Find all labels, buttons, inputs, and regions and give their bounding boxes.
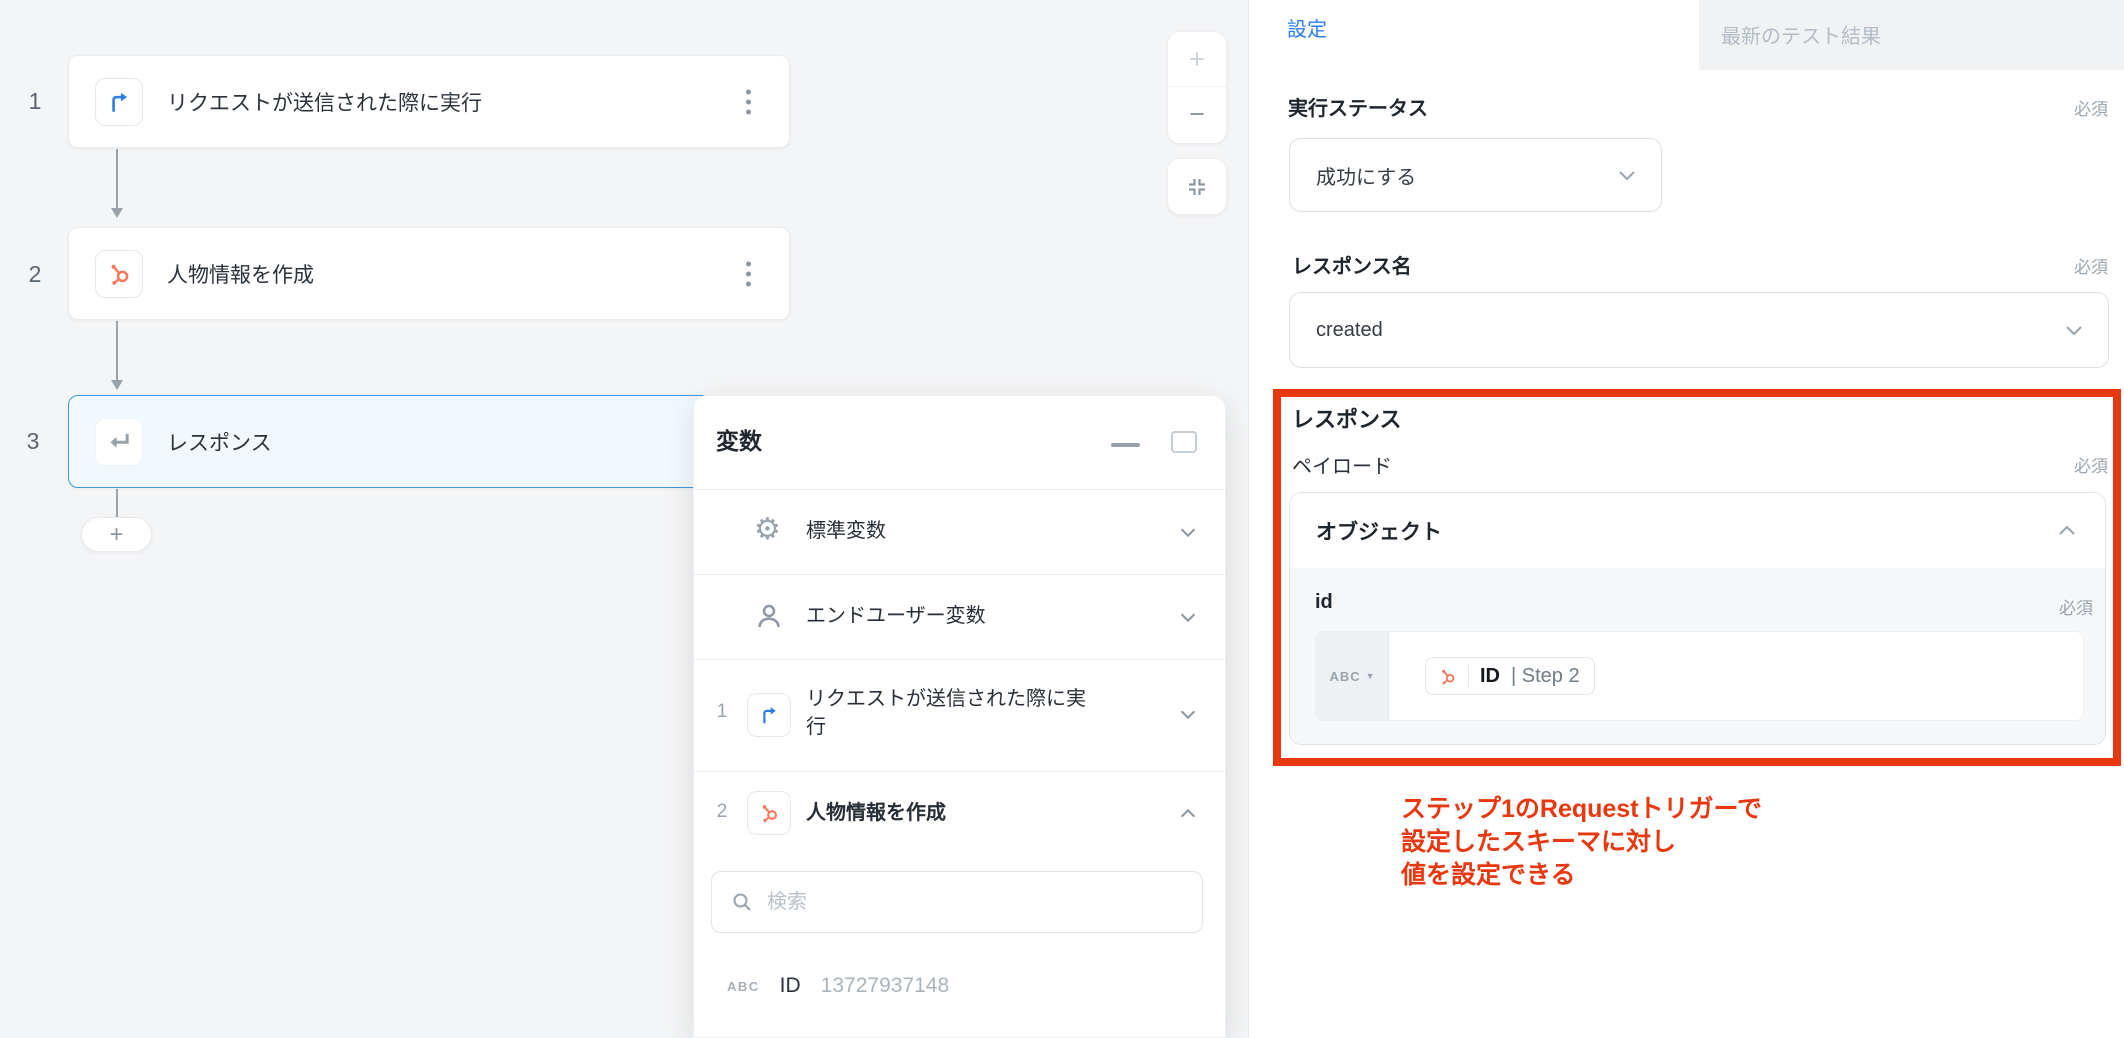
token-name: ID	[1480, 665, 1500, 688]
zoom-controls: + −	[1168, 32, 1226, 143]
step-number: 3	[18, 428, 48, 455]
gear-icon: ⚙	[754, 515, 781, 545]
add-step-button[interactable]: +	[81, 517, 152, 552]
response-name-select[interactable]: created	[1289, 292, 2109, 368]
required-badge: 必須	[2074, 95, 2108, 120]
hubspot-icon	[106, 261, 132, 287]
step-icon-box	[95, 418, 143, 466]
step-icon-box	[95, 250, 143, 298]
variable-search	[711, 871, 1203, 933]
chevron-down-icon[interactable]	[1177, 521, 1199, 543]
response-name-value: created	[1316, 319, 2062, 342]
response-name-label: レスポンス名	[1292, 250, 1412, 279]
return-arrow-icon	[105, 428, 133, 456]
fit-view-button[interactable]	[1168, 159, 1226, 214]
chevron-down-icon[interactable]	[1177, 606, 1199, 628]
corner-up-right-icon	[747, 693, 791, 737]
chevron-down-icon[interactable]	[1177, 703, 1199, 725]
payload-label: ペイロード	[1292, 450, 1392, 479]
zoom-out-button[interactable]: −	[1168, 87, 1226, 142]
tab-label: 最新のテスト結果	[1721, 20, 1881, 49]
variables-row-label: リクエストが送信された際に実行	[806, 685, 1090, 741]
required-badge: 必須	[2059, 594, 2093, 619]
response-section-label: レスポンス	[1292, 402, 1402, 434]
variables-panel-header: 変数	[694, 396, 1225, 489]
connector-arrowhead-icon	[111, 208, 123, 218]
payload-object-card: オブジェクト id 必須 ABC ▼ ID	[1289, 492, 2106, 745]
variable-value: 13727937148	[821, 974, 949, 998]
type-badge: ABC	[727, 979, 760, 994]
zoom-in-button[interactable]: +	[1168, 32, 1226, 87]
hubspot-icon	[1438, 667, 1457, 686]
variables-row-step1[interactable]: 1 リクエストが送信された際に実行	[694, 659, 1225, 771]
token-step: | Step 2	[1511, 665, 1580, 688]
id-value-editor: ABC ▼ ID | Step 2	[1315, 631, 2084, 721]
chip-divider	[1468, 665, 1469, 687]
caret-down-icon: ▼	[1366, 671, 1375, 681]
variables-panel-title: 変数	[716, 422, 762, 456]
object-header-row[interactable]: オブジェクト	[1290, 493, 2105, 568]
step-card-request-trigger[interactable]: リクエストが送信された際に実行	[68, 55, 790, 148]
connector-line	[116, 149, 118, 209]
annotation-text: ステップ1のRequestトリガーで 設定したスキーマに対し 値を設定できる	[1401, 793, 1762, 892]
chevron-down-icon	[1615, 163, 1639, 187]
search-input[interactable]	[767, 891, 1147, 914]
step-title: 人物情報を作成	[167, 259, 314, 289]
variables-row-step2[interactable]: 2 人物情報を作成	[694, 771, 1225, 856]
connector-line	[116, 321, 118, 381]
variables-row-standard[interactable]: ⚙ 標準変数	[694, 489, 1225, 574]
step-number: 2	[20, 261, 50, 288]
value-type-selector[interactable]: ABC ▼	[1316, 632, 1389, 720]
object-fields-area: id 必須 ABC ▼ ID | Step 2	[1290, 568, 2105, 745]
collapse-corners-icon	[1185, 175, 1209, 199]
minimize-icon[interactable]	[1111, 443, 1140, 447]
kebab-menu-icon[interactable]	[740, 83, 757, 120]
step-card-create-person[interactable]: 人物情報を作成	[68, 227, 790, 320]
variables-row-number: 2	[709, 801, 735, 823]
variable-list-item-id[interactable]: ABC ID 13727937148	[727, 974, 949, 998]
step-title: レスポンス	[167, 427, 272, 457]
person-icon	[754, 601, 784, 631]
maximize-icon[interactable]	[1171, 431, 1197, 453]
step-card-response[interactable]: レスポンス	[68, 395, 790, 488]
required-badge: 必須	[2074, 253, 2108, 278]
object-label: オブジェクト	[1316, 516, 2055, 546]
settings-panel: 設定 最新のテスト結果 実行ステータス 必須 成功にする レスポンス名 必須 c…	[1248, 0, 2124, 1038]
exec-status-value: 成功にする	[1316, 161, 1615, 190]
variables-row-label: 人物情報を作成	[806, 799, 946, 827]
variables-row-label: 標準変数	[806, 517, 886, 545]
exec-status-label: 実行ステータス	[1288, 92, 1428, 121]
corner-up-right-icon	[106, 89, 132, 115]
hubspot-icon	[747, 791, 791, 835]
exec-status-select[interactable]: 成功にする	[1289, 138, 1662, 212]
required-badge: 必須	[2074, 452, 2108, 477]
kebab-menu-icon[interactable]	[740, 255, 757, 292]
id-field-label: id	[1315, 591, 1333, 614]
variables-panel: 変数 ⚙ 標準変数 エンドユーザー変数 1 リクエストが送信された際に実行 2	[693, 395, 1226, 1038]
chevron-up-icon[interactable]	[2055, 519, 2079, 543]
step-number: 1	[20, 88, 50, 115]
tab-settings[interactable]: 設定	[1287, 13, 1327, 42]
search-icon	[730, 890, 754, 914]
variable-name: ID	[780, 974, 801, 998]
variables-row-enduser[interactable]: エンドユーザー変数	[694, 574, 1225, 659]
connector-arrowhead-icon	[111, 380, 123, 390]
step-icon-box	[95, 78, 143, 126]
chevron-up-icon[interactable]	[1177, 803, 1199, 825]
variables-row-label: エンドユーザー変数	[806, 602, 986, 630]
step-title: リクエストが送信された際に実行	[167, 87, 482, 117]
type-selector-label: ABC	[1329, 669, 1360, 684]
variables-row-number: 1	[709, 701, 735, 723]
chevron-down-icon	[2062, 318, 2086, 342]
value-input-area[interactable]: ID | Step 2	[1389, 632, 2083, 720]
connector-line	[116, 489, 118, 517]
variable-token-chip[interactable]: ID | Step 2	[1425, 657, 1595, 695]
tab-latest-test-result[interactable]: 最新のテスト結果	[1699, 0, 2124, 70]
